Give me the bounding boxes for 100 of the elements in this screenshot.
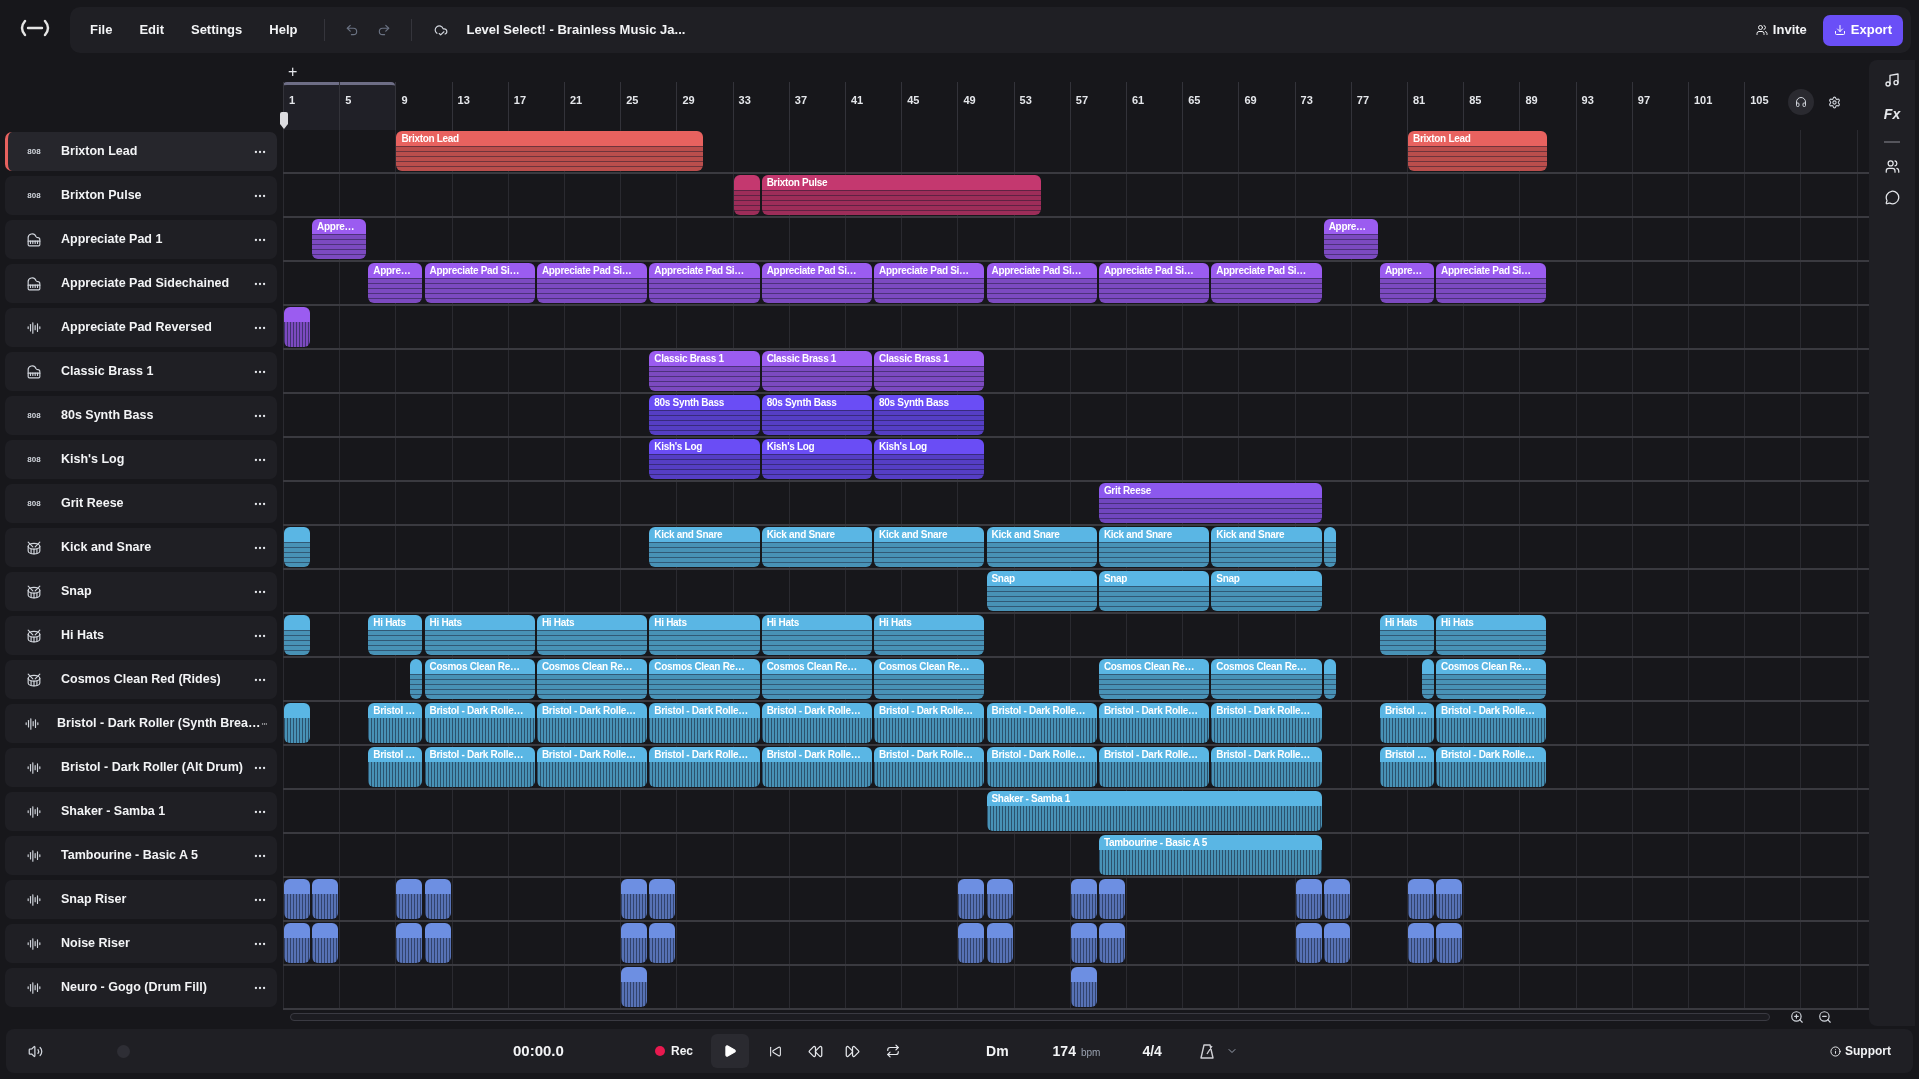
clip[interactable]: Hi Hats: [536, 615, 648, 655]
clip[interactable]: [424, 923, 451, 963]
clip[interactable]: [284, 703, 311, 743]
clip[interactable]: [986, 923, 1013, 963]
track-header[interactable]: Bristol - Dark Roller (Alt Drum): [5, 748, 277, 787]
clip[interactable]: Brixton Lead: [1408, 131, 1547, 171]
snap-button[interactable]: [1788, 89, 1814, 115]
track-header[interactable]: 808 Brixton Lead: [5, 132, 277, 171]
track-header[interactable]: 808 Brixton Pulse: [5, 176, 277, 215]
clip[interactable]: [1070, 923, 1097, 963]
menu-item[interactable]: Help: [269, 20, 298, 40]
clip[interactable]: Hi Hats: [649, 615, 760, 655]
clip[interactable]: Kish's Log: [761, 439, 873, 479]
clip[interactable]: Appre…: [1379, 263, 1435, 303]
track-header[interactable]: Shaker - Samba 1: [5, 792, 277, 831]
clip[interactable]: Cosmos Clean Re…: [1211, 659, 1322, 699]
clip[interactable]: Hi Hats: [874, 615, 985, 655]
clip[interactable]: [1295, 923, 1322, 963]
clip[interactable]: [649, 879, 676, 919]
clip[interactable]: Cosmos Clean Re…: [649, 659, 760, 699]
clip[interactable]: 80s Synth Bass: [761, 395, 873, 435]
export-button[interactable]: Export: [1822, 14, 1903, 46]
clip[interactable]: Bristol …: [1379, 747, 1435, 787]
track-header[interactable]: Appreciate Pad Reversed: [5, 308, 277, 347]
track-header[interactable]: Snap Riser: [5, 880, 277, 919]
horizontal-scrollbar[interactable]: [290, 1013, 1770, 1021]
clip[interactable]: Hi Hats: [1379, 615, 1435, 655]
clip[interactable]: [284, 615, 311, 655]
clip[interactable]: Bristol - Dark Rolle…: [536, 747, 648, 787]
clip[interactable]: Appreciate Pad Si…: [649, 263, 760, 303]
clip[interactable]: Hi Hats: [424, 615, 535, 655]
invite-button[interactable]: Invite: [1755, 20, 1807, 40]
playhead-handle[interactable]: [279, 112, 289, 130]
track-header[interactable]: Neuro - Gogo (Drum Fill): [5, 968, 277, 1007]
zoom-in-icon[interactable]: [1790, 1010, 1804, 1024]
clip[interactable]: [649, 923, 676, 963]
clip[interactable]: Classic Brass 1: [649, 351, 760, 391]
clip[interactable]: Bristol - Dark Rolle…: [649, 747, 760, 787]
clip[interactable]: Classic Brass 1: [761, 351, 873, 391]
track-header[interactable]: Classic Brass 1: [5, 352, 277, 391]
clip[interactable]: Appreciate Pad Si…: [1211, 263, 1322, 303]
skip-back-icon[interactable]: [769, 1044, 782, 1058]
clip[interactable]: [312, 923, 339, 963]
volume-icon[interactable]: [28, 1043, 43, 1059]
clip[interactable]: Bristol - Dark Rolle…: [649, 703, 760, 743]
clip[interactable]: [1323, 923, 1350, 963]
clip[interactable]: Bristol - Dark Rolle…: [874, 703, 985, 743]
track-header[interactable]: Bristol - Dark Roller (Synth Brea…: [5, 704, 277, 743]
clip[interactable]: [284, 923, 311, 963]
clip[interactable]: [1323, 527, 1336, 567]
menu-item[interactable]: Edit: [139, 20, 164, 40]
tempo-value[interactable]: 174: [1052, 1040, 1076, 1062]
clip[interactable]: Cosmos Clean Re…: [1436, 659, 1547, 699]
clip[interactable]: [1323, 879, 1350, 919]
clip[interactable]: Classic Brass 1: [874, 351, 985, 391]
clip[interactable]: Bristol - Dark Rolle…: [424, 747, 535, 787]
fast-forward-icon[interactable]: [845, 1043, 860, 1059]
clip[interactable]: Hi Hats: [761, 615, 873, 655]
clip[interactable]: Bristol - Dark Rolle…: [1098, 747, 1210, 787]
track-header[interactable]: Appreciate Pad Sidechained: [5, 264, 277, 303]
clip[interactable]: Kish's Log: [874, 439, 985, 479]
clip[interactable]: Cosmos Clean Re…: [874, 659, 985, 699]
clip[interactable]: Cosmos Clean Re…: [1098, 659, 1210, 699]
clip[interactable]: [733, 175, 760, 215]
undo-icon[interactable]: [345, 23, 360, 37]
clip[interactable]: [396, 879, 423, 919]
clip[interactable]: Bristol - Dark Rolle…: [1436, 747, 1547, 787]
clip[interactable]: Appreciate Pad Si…: [761, 263, 873, 303]
settings-icon[interactable]: [1828, 96, 1841, 109]
clip[interactable]: Appreciate Pad Si…: [1436, 263, 1547, 303]
clip[interactable]: [410, 659, 423, 699]
clip[interactable]: [1323, 659, 1336, 699]
clip[interactable]: [621, 879, 648, 919]
chat-icon[interactable]: [1884, 190, 1900, 205]
clip[interactable]: [958, 879, 985, 919]
clip[interactable]: [284, 527, 311, 567]
clip[interactable]: Bristol - Dark Rolle…: [1436, 703, 1547, 743]
clip[interactable]: Appreciate Pad Si…: [874, 263, 985, 303]
rewind-icon[interactable]: [808, 1043, 823, 1059]
track-header[interactable]: Kick and Snare: [5, 528, 277, 567]
time-signature[interactable]: 4/4: [1142, 1040, 1162, 1062]
zoom-out-icon[interactable]: [1818, 1010, 1832, 1024]
clip[interactable]: Bristol - Dark Rolle…: [761, 747, 873, 787]
clip[interactable]: [312, 879, 339, 919]
track-header[interactable]: Hi Hats: [5, 616, 277, 655]
clip[interactable]: 80s Synth Bass: [874, 395, 985, 435]
track-header[interactable]: Noise Riser: [5, 924, 277, 963]
clip[interactable]: [424, 879, 451, 919]
clip[interactable]: [284, 879, 311, 919]
clip[interactable]: Bristol - Dark Rolle…: [986, 747, 1097, 787]
clip[interactable]: 80s Synth Bass: [649, 395, 760, 435]
clip[interactable]: Bristol - Dark Rolle…: [1211, 703, 1322, 743]
clip[interactable]: Bristol - Dark Rolle…: [986, 703, 1097, 743]
clip[interactable]: Appreciate Pad Si…: [1098, 263, 1210, 303]
clip[interactable]: Kick and Snare: [761, 527, 873, 567]
clip[interactable]: [1098, 879, 1125, 919]
clip[interactable]: Appreciate Pad Si…: [986, 263, 1097, 303]
clip[interactable]: Tambourine - Basic A 5: [1098, 835, 1322, 875]
clip[interactable]: [1408, 879, 1435, 919]
key-display[interactable]: Dm: [986, 1040, 1009, 1062]
